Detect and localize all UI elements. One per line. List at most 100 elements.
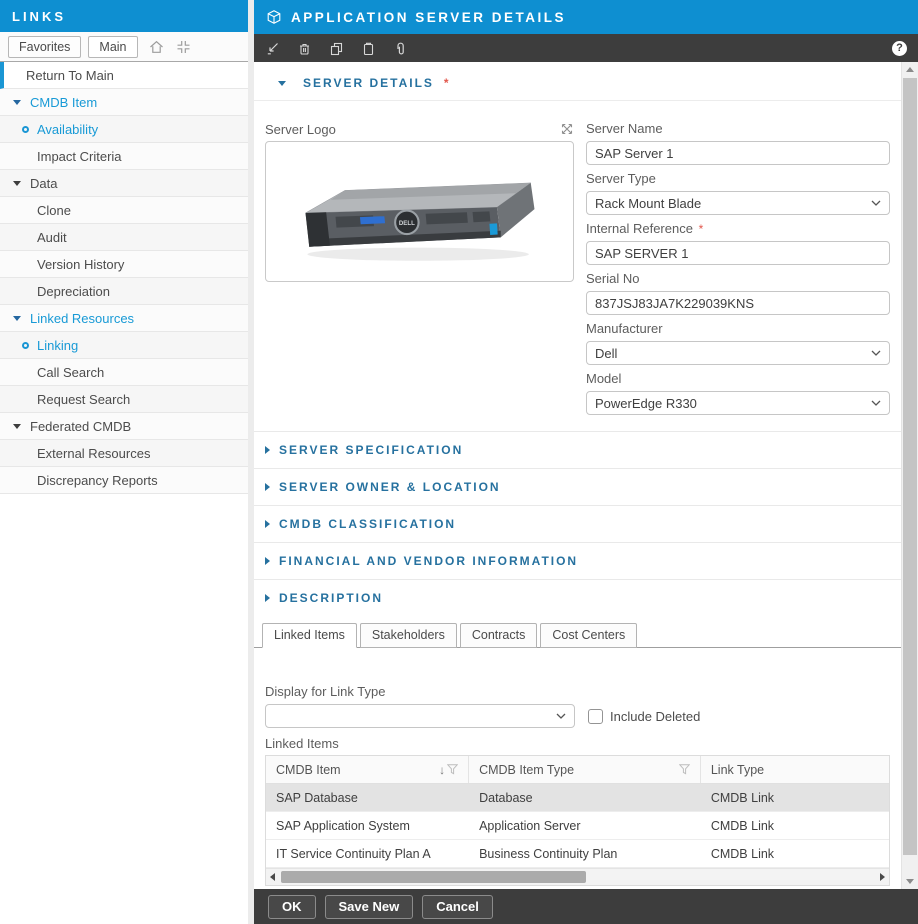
field-server-type: Server Type Rack Mount Blade — [586, 171, 890, 215]
section-server-details[interactable]: SERVER DETAILS * — [254, 62, 901, 101]
sidebar-tabbar: Favorites Main — [0, 32, 248, 62]
sidebar-item-audit[interactable]: Audit — [0, 224, 248, 251]
sidebar-item-availability[interactable]: Availability — [0, 116, 248, 143]
delete-icon[interactable] — [297, 41, 312, 56]
field-serial-no: Serial No — [586, 271, 890, 315]
scrollbar-thumb[interactable] — [281, 871, 586, 883]
sidebar-item-linked-resources[interactable]: Linked Resources — [0, 305, 248, 332]
model-select[interactable]: PowerEdge R330 — [586, 391, 890, 415]
expand-icon[interactable] — [560, 122, 574, 136]
chevron-down-icon — [13, 100, 21, 105]
sidebar-item-impact-criteria[interactable]: Impact Criteria — [0, 143, 248, 170]
tab-cost-centers[interactable]: Cost Centers — [540, 623, 637, 648]
section-financial-vendor[interactable]: FINANCIAL AND VENDOR INFORMATION — [254, 542, 901, 579]
include-deleted-checkbox[interactable] — [588, 709, 603, 724]
manufacturer-select[interactable]: Dell — [586, 341, 890, 365]
scrollbar-thumb[interactable] — [903, 78, 917, 855]
sidebar-item-clone[interactable]: Clone — [0, 197, 248, 224]
detail-tabbar: Linked Items Stakeholders Contracts Cost… — [254, 616, 901, 648]
internal-reference-input[interactable] — [586, 241, 890, 265]
sidebar-item-data[interactable]: Data — [0, 170, 248, 197]
page-header: APPLICATION SERVER DETAILS — [254, 0, 918, 34]
chevron-down-icon — [871, 350, 881, 357]
section-cmdb-classification[interactable]: CMDB CLASSIFICATION — [254, 505, 901, 542]
column-link-type[interactable]: Link Type — [701, 756, 889, 783]
sidebar-item-request-search[interactable]: Request Search — [0, 386, 248, 413]
field-label: Manufacturer — [586, 321, 890, 337]
collapse-all-icon[interactable] — [175, 39, 192, 55]
required-asterisk: * — [444, 76, 451, 90]
table-row[interactable]: IT Service Continuity Plan A Business Co… — [266, 840, 889, 868]
serial-no-input[interactable] — [586, 291, 890, 315]
tab-linked-items[interactable]: Linked Items — [262, 623, 357, 648]
chevron-right-icon — [265, 446, 270, 454]
field-label: Model — [586, 371, 890, 387]
chevron-down-icon — [871, 200, 881, 207]
server-logo-image: DELL — [265, 141, 574, 282]
vertical-scrollbar[interactable] — [901, 62, 918, 889]
sort-desc-icon[interactable]: ↓ — [439, 763, 445, 777]
scroll-up-icon[interactable] — [906, 67, 914, 72]
help-icon[interactable]: ? — [892, 41, 907, 56]
section-server-specification[interactable]: SERVER SPECIFICATION — [254, 431, 901, 468]
filter-icon[interactable] — [679, 764, 690, 775]
shrink-arrow-icon[interactable] — [265, 41, 280, 56]
sidebar-title: LINKS — [0, 0, 248, 32]
home-icon[interactable] — [148, 39, 165, 55]
section-description[interactable]: DESCRIPTION — [254, 579, 901, 616]
sidebar-item-call-search[interactable]: Call Search — [0, 359, 248, 386]
sidebar-item-discrepancy-reports[interactable]: Discrepancy Reports — [0, 467, 248, 494]
server-type-select[interactable]: Rack Mount Blade — [586, 191, 890, 215]
save-new-button[interactable]: Save New — [325, 895, 414, 919]
scroll-left-icon[interactable] — [270, 873, 275, 881]
scroll-down-icon[interactable] — [906, 879, 914, 884]
attachment-icon[interactable] — [393, 41, 408, 56]
sidebar-item-depreciation[interactable]: Depreciation — [0, 278, 248, 305]
scroll-right-icon[interactable] — [880, 873, 885, 881]
sidebar-item-federated-cmdb[interactable]: Federated CMDB — [0, 413, 248, 440]
ok-button[interactable]: OK — [268, 895, 316, 919]
chevron-down-icon — [13, 424, 21, 429]
tab-contracts[interactable]: Contracts — [460, 623, 538, 648]
sidebar-item-linking[interactable]: Linking — [0, 332, 248, 359]
field-model: Model PowerEdge R330 — [586, 371, 890, 415]
form-scroll-area: SERVER DETAILS * Server Logo — [254, 62, 901, 889]
table-row[interactable]: SAP Database Database CMDB Link — [266, 784, 889, 812]
field-internal-reference: Internal Reference * — [586, 221, 890, 265]
application-server-details-panel: APPLICATION SERVER DETAILS — [254, 0, 918, 924]
field-server-name: Server Name — [586, 121, 890, 165]
horizontal-scrollbar[interactable] — [266, 868, 889, 885]
tab-main[interactable]: Main — [88, 36, 137, 58]
server-logo-label: Server Logo — [265, 122, 336, 137]
table-header: CMDB Item ↓ CMDB Item Type Link Type — [266, 756, 889, 784]
required-asterisk: * — [699, 222, 704, 236]
chevron-down-icon — [871, 400, 881, 407]
copy-icon[interactable] — [329, 41, 344, 56]
chevron-right-icon — [265, 557, 270, 565]
column-cmdb-item-type[interactable]: CMDB Item Type — [469, 756, 701, 783]
field-label: Server Type — [586, 171, 890, 187]
table-row[interactable]: SAP Application System Application Serve… — [266, 812, 889, 840]
circle-bullet-icon — [22, 342, 29, 349]
sidebar-item-return-to-main[interactable]: Return To Main — [0, 62, 248, 89]
sidebar-item-external-resources[interactable]: External Resources — [0, 440, 248, 467]
field-label: Serial No — [586, 271, 890, 287]
chevron-right-icon — [265, 594, 270, 602]
link-type-select[interactable] — [265, 704, 575, 728]
chevron-right-icon — [265, 483, 270, 491]
linked-items-table: CMDB Item ↓ CMDB Item Type Link Type — [265, 755, 890, 886]
circle-bullet-icon — [22, 126, 29, 133]
sidebar-item-cmdb-item[interactable]: CMDB Item — [0, 89, 248, 116]
cube-icon — [266, 9, 282, 25]
server-name-input[interactable] — [586, 141, 890, 165]
sidebar-item-version-history[interactable]: Version History — [0, 251, 248, 278]
tab-favorites[interactable]: Favorites — [8, 36, 81, 58]
section-server-owner-location[interactable]: SERVER OWNER & LOCATION — [254, 468, 901, 505]
tab-stakeholders[interactable]: Stakeholders — [360, 623, 457, 648]
column-cmdb-item[interactable]: CMDB Item ↓ — [266, 756, 469, 783]
chevron-down-icon — [13, 316, 21, 321]
paste-icon[interactable] — [361, 41, 376, 56]
filter-icon[interactable] — [447, 764, 458, 775]
cancel-button[interactable]: Cancel — [422, 895, 493, 919]
chevron-down-icon — [13, 181, 21, 186]
